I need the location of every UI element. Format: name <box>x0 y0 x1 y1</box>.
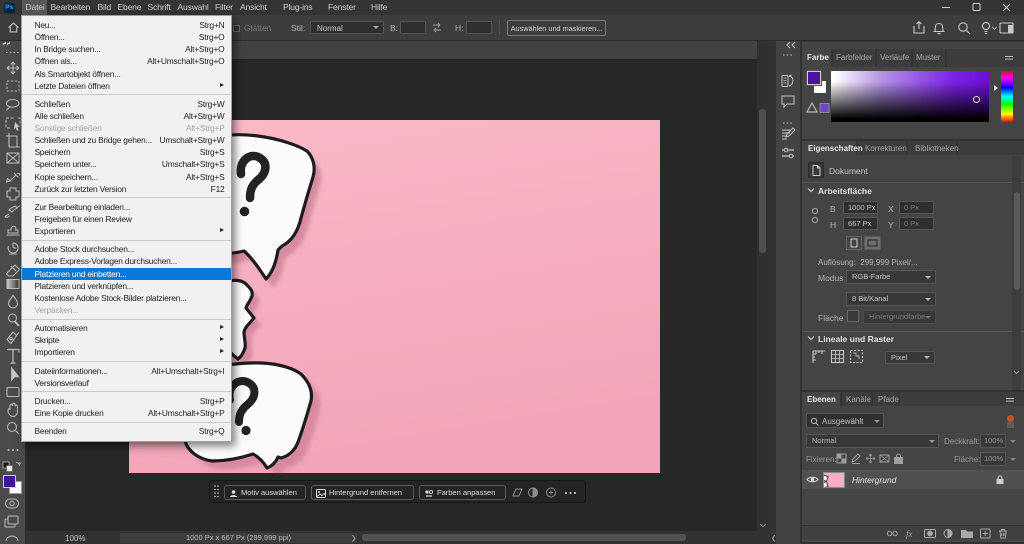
svg-text:fx: fx <box>906 529 913 539</box>
